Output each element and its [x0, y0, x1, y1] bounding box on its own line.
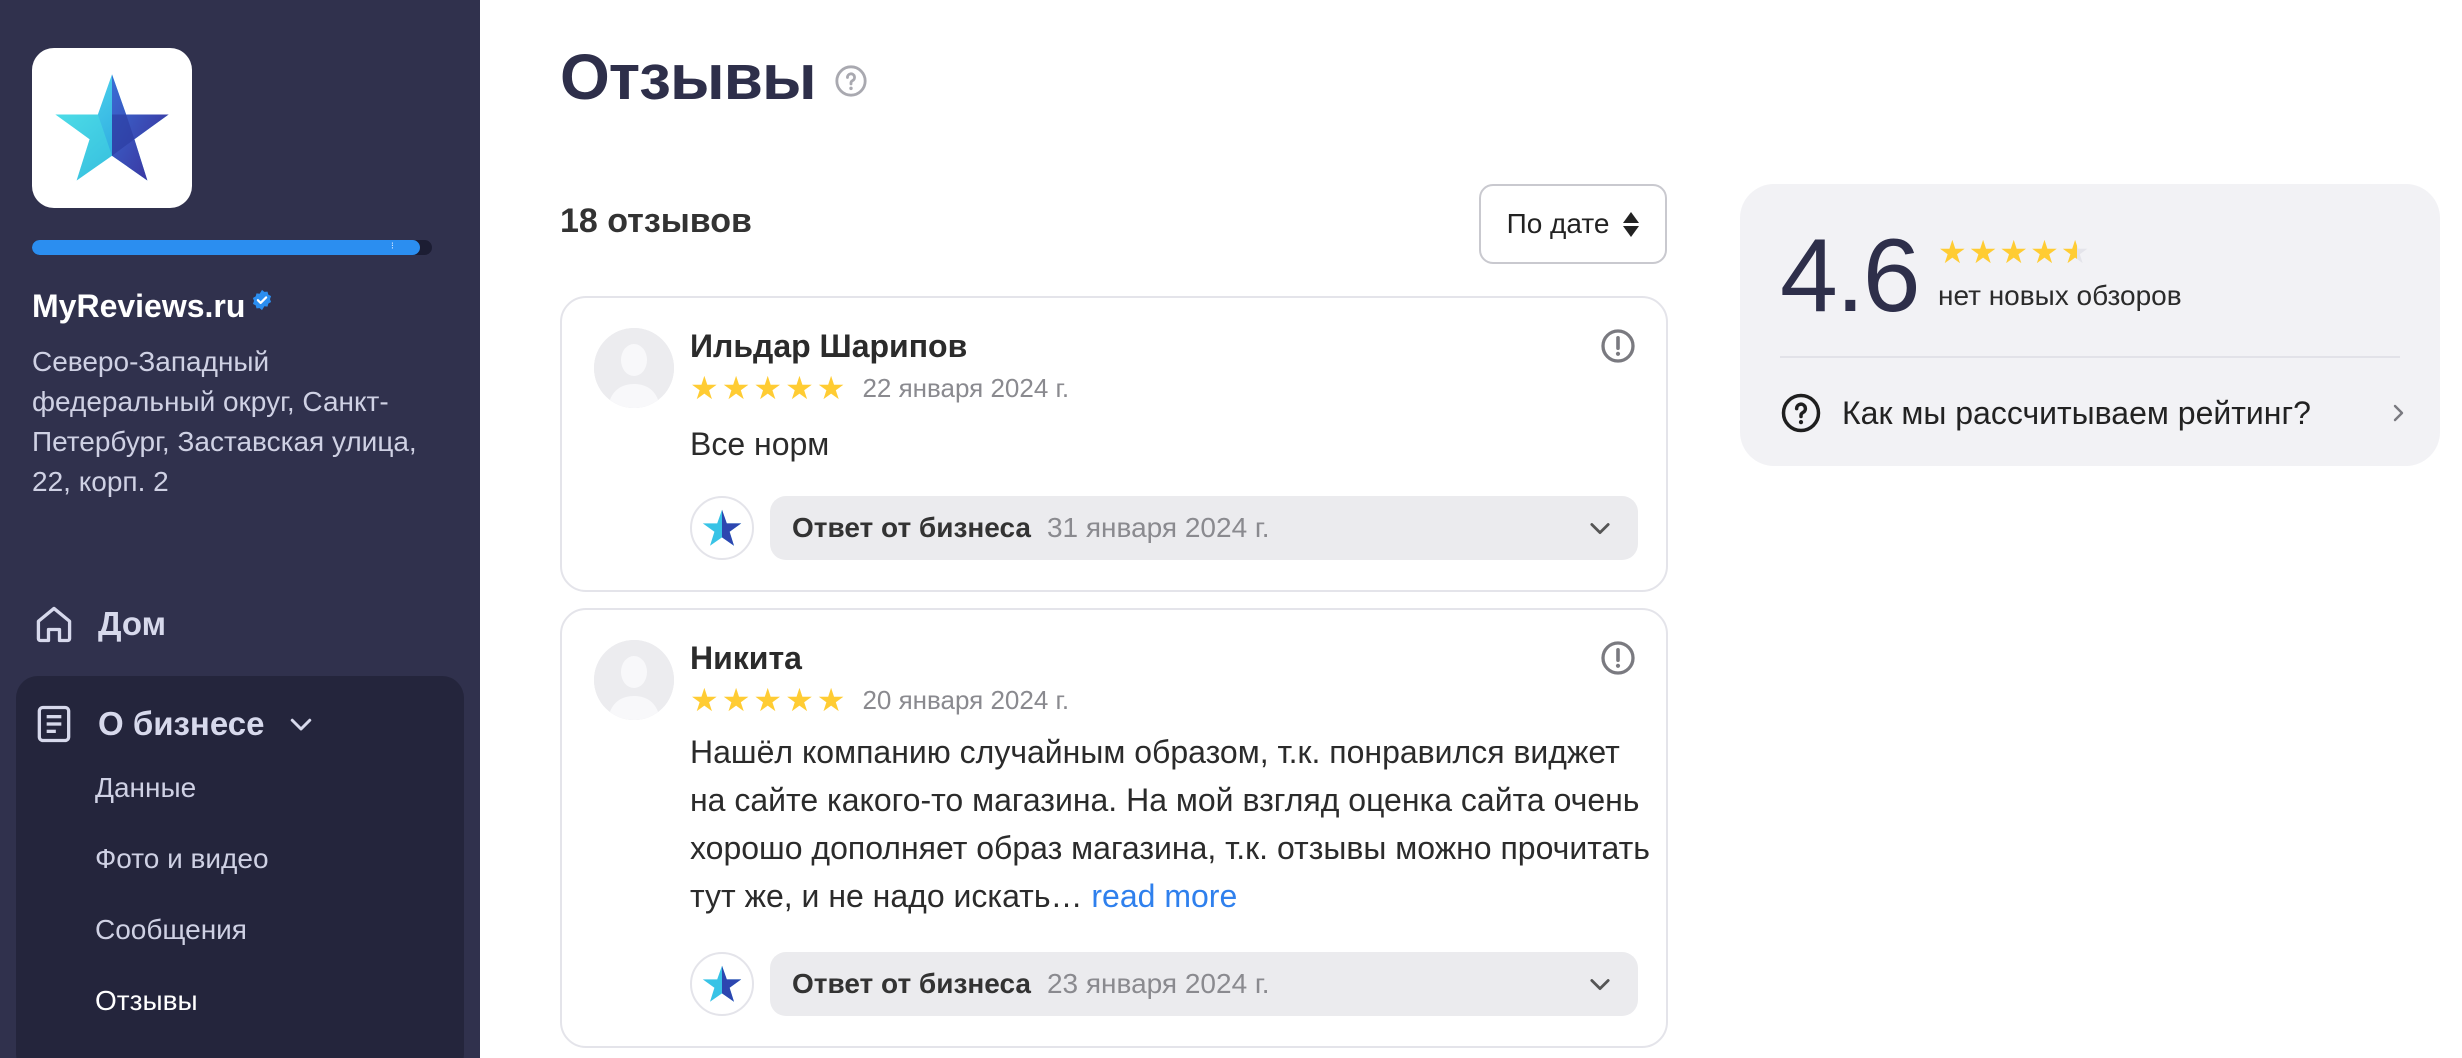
- star-icon: ★: [785, 369, 814, 407]
- star-icon: ★: [816, 369, 846, 407]
- business-avatar: [690, 952, 754, 1016]
- avatar: [594, 640, 674, 720]
- reply-date: 31 января 2024 г.: [1046, 512, 1270, 543]
- company-header: MyReviews.ru: [32, 288, 273, 325]
- half-star-icon: ★: [2060, 233, 2090, 271]
- nav-label-home: Дом: [98, 605, 167, 642]
- review-author: Ильдар Шарипов: [690, 328, 968, 364]
- progress-handle-icon: ⁝: [390, 241, 394, 252]
- chevron-down-icon: [291, 718, 312, 731]
- page-title: Отзывы: [560, 41, 817, 113]
- star-icon: ★: [690, 681, 719, 719]
- nav-label-about: О бизнесе: [98, 705, 265, 742]
- progress-fill: ⁝: [32, 240, 420, 255]
- star-icon: ★: [721, 681, 751, 719]
- rating-stars: ★ ★ ★ ★ ★: [1938, 236, 2089, 268]
- report-icon[interactable]: [1600, 328, 1636, 364]
- page-header: Отзывы: [560, 40, 868, 114]
- company-logo[interactable]: [32, 48, 192, 208]
- chevron-down-icon: [1590, 523, 1610, 535]
- star-icon: ★: [785, 681, 814, 719]
- reply-label: Ответ от бизнеса: [792, 512, 1031, 543]
- help-icon: [1781, 393, 1821, 433]
- profile-progress-bar: ⁝: [32, 240, 432, 255]
- business-avatar: [690, 496, 754, 560]
- star-icon: ★: [721, 369, 751, 407]
- company-address: Северо-Западный федеральный округ, Санкт…: [32, 346, 417, 497]
- star-icon: ★: [753, 369, 783, 407]
- review-date: 22 января 2024 г.: [862, 372, 1070, 403]
- review-date: 20 января 2024 г.: [862, 684, 1070, 715]
- sort-label: По дате: [1506, 208, 1610, 239]
- reply-date: 23 января 2024 г.: [1046, 968, 1270, 999]
- verified-badge-icon: [253, 289, 272, 310]
- chevron-right-icon: [2393, 404, 2404, 422]
- review-author: Никита: [690, 640, 802, 676]
- nav-item-home[interactable]: Дом: [32, 596, 166, 652]
- sidebar-item-data[interactable]: Данные: [95, 772, 196, 804]
- company-name: MyReviews.ru: [32, 288, 246, 324]
- document-icon: [37, 705, 71, 743]
- business-reply-toggle[interactable]: Ответ от бизнеса 31 января 2024 г.: [770, 496, 1638, 560]
- reply-label: Ответ от бизнеса: [792, 968, 1031, 999]
- avatar-placeholder-icon: [594, 640, 674, 720]
- star-icon: ★: [1938, 233, 1967, 271]
- sidebar-item-messages[interactable]: Сообщения: [95, 914, 247, 946]
- sidebar-item-photo-video[interactable]: Фото и видео: [95, 843, 269, 875]
- star-icon: ★: [690, 369, 719, 407]
- rating-help-label: Как мы рассчитываем рейтинг?: [1842, 394, 2311, 431]
- star-icon: ★: [753, 681, 783, 719]
- review-rating: ★ ★ ★ ★ ★ 20 января 2024 г.: [690, 684, 1069, 716]
- sidebar-item-reviews[interactable]: Отзывы: [95, 985, 198, 1017]
- star-logo-icon: [55, 74, 169, 181]
- review-text: Все норм: [690, 426, 830, 462]
- help-icon[interactable]: [834, 64, 868, 98]
- sidebar: ⁝ MyReviews.ru Северо-Западный федеральн…: [0, 0, 480, 1058]
- sort-arrows-icon: [1623, 211, 1640, 237]
- star-icon: ★: [816, 681, 846, 719]
- nav-group-about: О бизнесе Данные Фото и видео Сообщения …: [16, 676, 464, 1058]
- avatar-placeholder-icon: [594, 328, 674, 408]
- read-more-link[interactable]: read more: [1091, 878, 1237, 914]
- star-icon: ★: [1968, 233, 1998, 271]
- rating-value: 4.6: [1780, 218, 1921, 334]
- rating-help-link[interactable]: Как мы рассчитываем рейтинг?: [1780, 388, 2410, 438]
- star-logo-icon: [702, 509, 742, 546]
- divider: [1780, 356, 2400, 358]
- star-logo-icon: [702, 965, 742, 1002]
- nav-item-about[interactable]: О бизнесе: [32, 696, 316, 752]
- rating-summary-panel: 4.6 ★ ★ ★ ★ ★ нет новых обзоров Как мы р…: [1740, 184, 2440, 466]
- star-icon: ★: [2030, 233, 2059, 271]
- home-icon: [36, 606, 72, 643]
- reviews-count: 18 отзывов: [560, 202, 752, 240]
- star-icon: ★: [1999, 233, 2029, 271]
- chevron-down-icon: [1590, 979, 1610, 991]
- report-icon[interactable]: [1600, 640, 1636, 676]
- sort-dropdown[interactable]: По дате: [1479, 184, 1667, 264]
- review-text: Нашёл компанию случайным образом, т.к. п…: [690, 728, 1650, 920]
- rating-note: нет новых обзоров: [1938, 280, 2182, 311]
- review-card: Ильдар Шарипов ★ ★ ★ ★ ★ 22 января 2024 …: [560, 296, 1668, 592]
- business-reply-toggle[interactable]: Ответ от бизнеса 23 января 2024 г.: [770, 952, 1638, 1016]
- avatar: [594, 328, 674, 408]
- review-rating: ★ ★ ★ ★ ★ 22 января 2024 г.: [690, 372, 1069, 404]
- review-card: Никита ★ ★ ★ ★ ★ 20 января 2024 г. Нашёл…: [560, 608, 1668, 1048]
